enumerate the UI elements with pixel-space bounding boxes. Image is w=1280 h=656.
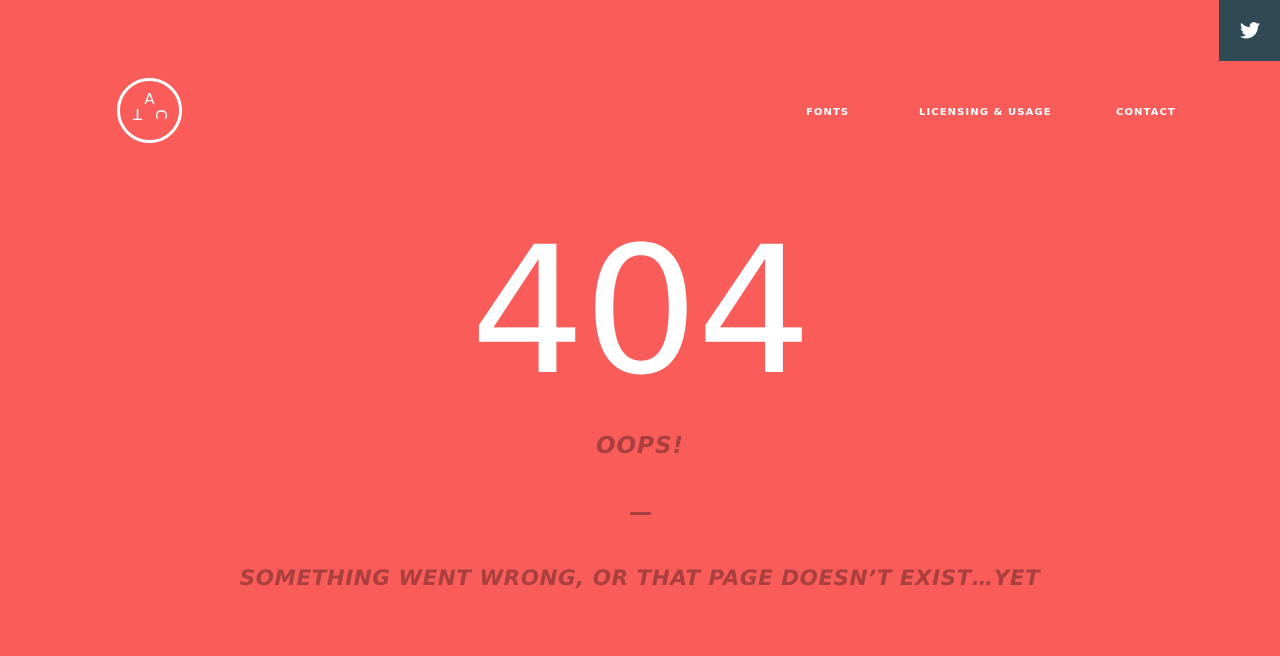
error-code: 404	[470, 209, 812, 414]
twitter-button[interactable]	[1219, 0, 1280, 61]
divider	[630, 512, 651, 515]
nav-link-contact[interactable]: CONTACT	[1116, 105, 1176, 121]
nav-link-licensing-usage[interactable]: LICENSING & USAGE	[919, 105, 1052, 121]
error-message: SOMETHING WENT WRONG, OR THAT PAGE DOESN…	[239, 566, 1041, 591]
main-nav: FONTS LICENSING & USAGE CONTACT	[0, 105, 1280, 121]
twitter-icon	[1239, 22, 1260, 39]
error-title: OOPS!	[595, 433, 684, 459]
nav-link-fonts[interactable]: FONTS	[806, 105, 849, 121]
